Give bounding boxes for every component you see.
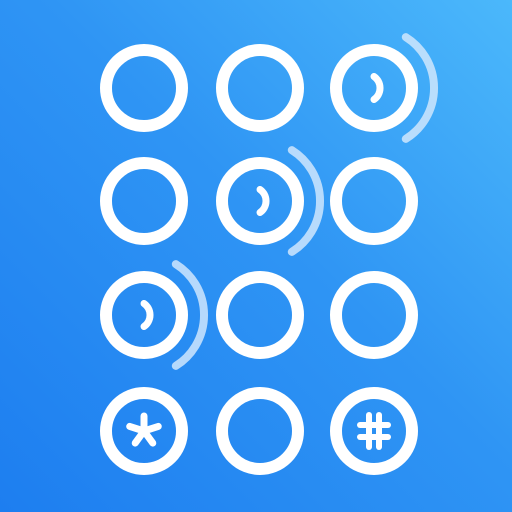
keypad-key-r1c3 [330,33,438,143]
key-ring [330,387,418,475]
sound-inner-arc-icon [140,300,154,330]
keypad-key-r3c3 [330,271,418,359]
keypad-key-r2c3 [330,157,418,245]
key-ring [330,157,418,245]
key-ring [100,44,188,132]
key-ring [216,157,304,245]
keypad-key-r3c1 [100,260,208,370]
keypad-key-r1c1 [100,44,188,132]
key-ring [330,271,418,359]
hash-icon [357,412,391,450]
keypad-key-r4c1 [100,387,188,475]
key-ring [216,271,304,359]
key-ring [216,44,304,132]
keypad-app-icon [0,0,512,512]
key-ring [330,44,418,132]
keypad-key-r4c3 [330,387,418,475]
keypad-key-r2c1 [100,157,188,245]
key-ring [100,157,188,245]
key-ring [216,387,304,475]
sound-inner-arc-icon [256,186,270,216]
keypad-key-r3c2 [216,271,304,359]
keypad-graphic [100,33,438,475]
keypad-key-r4c2 [216,387,304,475]
keypad-key-r2c2 [216,146,324,256]
sound-inner-arc-icon [370,73,384,103]
asterisk-stroke [140,427,157,447]
keypad-key-r1c2 [216,44,304,132]
key-ring [100,271,188,359]
asterisk-icon [126,412,162,447]
